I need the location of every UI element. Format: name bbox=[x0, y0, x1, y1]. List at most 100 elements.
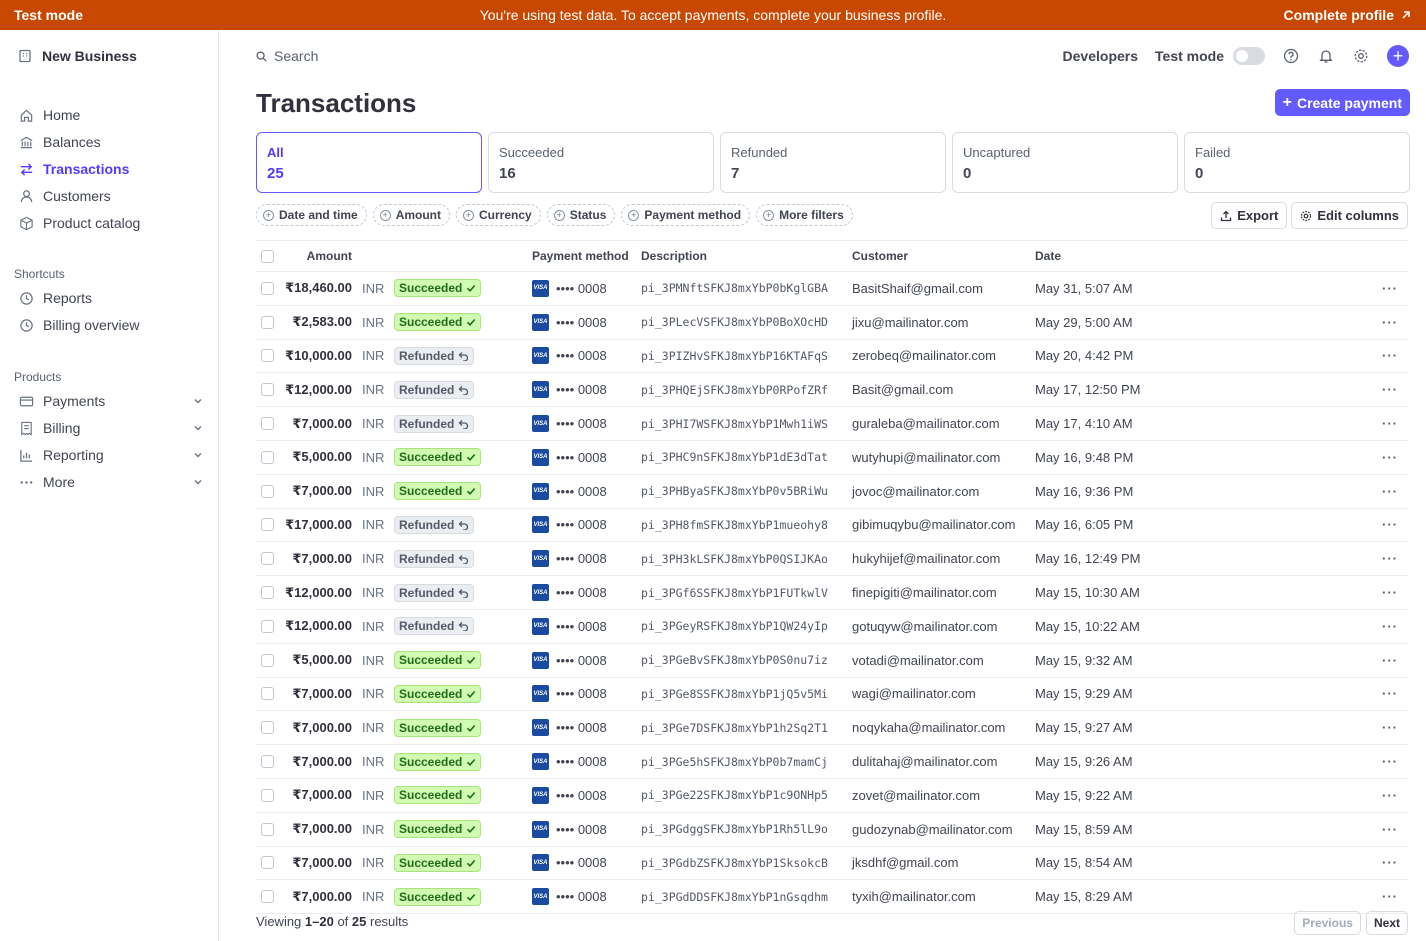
test-mode-banner: Test mode You're using test data. To acc… bbox=[0, 0, 1426, 30]
viewing-label: Viewing bbox=[256, 914, 305, 929]
row-actions-icon[interactable]: ··· bbox=[1382, 407, 1398, 440]
developers-link[interactable]: Developers bbox=[1063, 48, 1138, 64]
status-label: Succeeded bbox=[399, 450, 463, 465]
column-description[interactable]: Description bbox=[641, 241, 707, 271]
sidebar-item-more[interactable]: More bbox=[18, 470, 203, 494]
tab-failed[interactable]: Failed 0 bbox=[1184, 132, 1410, 193]
search-input[interactable]: Search bbox=[256, 48, 318, 64]
table-row[interactable]: ₹7,000.00 INR Succeeded VISA •••• 0008 pi_3PG… bbox=[256, 779, 1408, 813]
date: May 17, 4:10 AM bbox=[1035, 416, 1133, 432]
tab-uncaptured[interactable]: Uncaptured 0 bbox=[952, 132, 1178, 193]
row-actions-icon[interactable]: ··· bbox=[1382, 813, 1398, 846]
refund-arrow-icon bbox=[458, 554, 469, 564]
row-actions-icon[interactable]: ··· bbox=[1382, 678, 1398, 711]
table-row[interactable]: ₹7,000.00 INR Refunded VISA •••• 0008 pi_3PH3… bbox=[256, 542, 1408, 577]
row-actions-icon[interactable]: ··· bbox=[1382, 306, 1398, 339]
amount: ₹7,000.00 bbox=[292, 415, 352, 431]
column-date[interactable]: Date bbox=[1035, 241, 1061, 271]
table-row[interactable]: ₹7,000.00 INR Succeeded VISA •••• 0008 pi_3PG… bbox=[256, 880, 1408, 915]
table-row[interactable]: ₹7,000.00 INR Refunded VISA •••• 0008 pi_3PHI… bbox=[256, 407, 1408, 441]
business-switcher[interactable]: New Business bbox=[18, 48, 137, 64]
description: pi_3PGdbZSFKJ8mxYbP1SksokcB bbox=[641, 855, 828, 870]
sidebar-item-home[interactable]: Home bbox=[18, 103, 203, 127]
results-label: results bbox=[366, 914, 409, 929]
sidebar-item-billing[interactable]: Billing bbox=[18, 416, 203, 440]
row-actions-icon[interactable]: ··· bbox=[1382, 745, 1398, 778]
table-row[interactable]: ₹7,000.00 INR Succeeded VISA •••• 0008 pi_3PG… bbox=[256, 847, 1408, 881]
sidebar-item-label: Balances bbox=[43, 134, 101, 150]
tab-succeeded[interactable]: Succeeded 16 bbox=[488, 132, 714, 193]
table-row[interactable]: ₹7,000.00 INR Succeeded VISA •••• 0008 pi_3PH… bbox=[256, 475, 1408, 509]
status-label: Succeeded bbox=[399, 315, 463, 330]
filter-status[interactable]: + Status bbox=[546, 204, 616, 226]
column-customer[interactable]: Customer bbox=[852, 241, 908, 271]
column-amount[interactable]: Amount bbox=[256, 241, 352, 271]
row-actions-icon[interactable]: ··· bbox=[1382, 340, 1398, 373]
row-actions-icon[interactable]: ··· bbox=[1382, 475, 1398, 508]
filter-currency[interactable]: + Currency bbox=[456, 204, 541, 226]
export-button[interactable]: Export bbox=[1211, 202, 1288, 229]
date: May 15, 9:29 AM bbox=[1035, 686, 1133, 702]
table-row[interactable]: ₹10,000.00 INR Refunded VISA •••• 0008 pi_3PI… bbox=[256, 340, 1408, 374]
sidebar-item-balances[interactable]: Balances bbox=[18, 130, 203, 154]
row-actions-icon[interactable]: ··· bbox=[1382, 576, 1398, 609]
tab-refunded[interactable]: Refunded 7 bbox=[720, 132, 946, 193]
complete-profile-link[interactable]: Complete profile bbox=[1284, 7, 1412, 23]
row-actions-icon[interactable]: ··· bbox=[1382, 542, 1398, 575]
sidebar-item-transactions[interactable]: Transactions bbox=[18, 157, 203, 181]
sidebar-item-label: Billing overview bbox=[43, 317, 140, 333]
create-plus-icon[interactable]: + bbox=[1387, 45, 1409, 67]
table-row[interactable]: ₹7,000.00 INR Succeeded VISA •••• 0008 pi_3PG… bbox=[256, 813, 1408, 847]
filter-more-filters[interactable]: + More filters bbox=[756, 204, 853, 226]
row-actions-icon[interactable]: ··· bbox=[1382, 880, 1398, 913]
refund-arrow-icon bbox=[458, 520, 469, 530]
table-row[interactable]: ₹7,000.00 INR Succeeded VISA •••• 0008 pi_3PG… bbox=[256, 711, 1408, 746]
filter-payment-method[interactable]: + Payment method bbox=[621, 204, 751, 226]
table-row[interactable]: ₹2,583.00 INR Succeeded VISA •••• 0008 pi_3PL… bbox=[256, 306, 1408, 340]
settings-gear-icon[interactable] bbox=[1352, 47, 1370, 65]
row-actions-icon[interactable]: ··· bbox=[1382, 272, 1398, 305]
table-header: Amount Payment method Description Custom… bbox=[256, 240, 1408, 272]
row-actions-icon[interactable]: ··· bbox=[1382, 610, 1398, 643]
filter-amount[interactable]: + Amount bbox=[372, 204, 451, 226]
table-row[interactable]: ₹17,000.00 INR Refunded VISA •••• 0008 pi_3PH… bbox=[256, 509, 1408, 543]
row-actions-icon[interactable]: ··· bbox=[1382, 644, 1398, 677]
table-row[interactable]: ₹12,000.00 INR Refunded VISA •••• 0008 pi_3PG… bbox=[256, 576, 1408, 610]
next-button[interactable]: Next bbox=[1365, 911, 1408, 935]
sidebar-item-product-catalog[interactable]: Product catalog bbox=[18, 211, 203, 235]
column-payment-method[interactable]: Payment method bbox=[532, 241, 629, 271]
row-actions-icon[interactable]: ··· bbox=[1382, 847, 1398, 880]
row-actions-icon[interactable]: ··· bbox=[1382, 779, 1398, 812]
row-actions-icon[interactable]: ··· bbox=[1382, 373, 1398, 406]
previous-button[interactable]: Previous bbox=[1294, 911, 1361, 935]
row-actions-icon[interactable]: ··· bbox=[1382, 509, 1398, 542]
table-row[interactable]: ₹12,000.00 INR Refunded VISA •••• 0008 pi_3PH… bbox=[256, 373, 1408, 408]
visa-card-icon: VISA bbox=[532, 415, 549, 433]
table-row[interactable]: ₹7,000.00 INR Succeeded VISA •••• 0008 pi_3PG… bbox=[256, 678, 1408, 712]
table-row[interactable]: ₹7,000.00 INR Succeeded VISA •••• 0008 pi_3PG… bbox=[256, 745, 1408, 779]
status-label: Succeeded bbox=[399, 484, 463, 499]
create-payment-button[interactable]: + Create payment bbox=[1274, 89, 1410, 116]
test-mode-toggle[interactable] bbox=[1233, 47, 1265, 65]
edit-columns-button[interactable]: Edit columns bbox=[1291, 202, 1408, 229]
sidebar-item-reports[interactable]: Reports bbox=[18, 286, 203, 310]
status-label: Succeeded bbox=[399, 653, 463, 668]
sidebar-item-billing-overview[interactable]: Billing overview bbox=[18, 313, 203, 337]
sidebar-item-payments[interactable]: Payments bbox=[18, 389, 203, 413]
status-badge: Refunded bbox=[394, 380, 475, 399]
currency: INR bbox=[362, 551, 385, 567]
filter-date-and-time[interactable]: + Date and time bbox=[256, 204, 367, 226]
notifications-bell-icon[interactable] bbox=[1317, 47, 1335, 65]
table-row[interactable]: ₹5,000.00 INR Succeeded VISA •••• 0008 pi_3PG… bbox=[256, 644, 1408, 678]
row-actions-icon[interactable]: ··· bbox=[1382, 441, 1398, 474]
tab-all[interactable]: All 25 bbox=[256, 132, 482, 193]
table-row[interactable]: ₹5,000.00 INR Succeeded VISA •••• 0008 pi_3PH… bbox=[256, 441, 1408, 475]
product-catalog-icon bbox=[18, 215, 34, 231]
test-mode-switch[interactable]: Test mode bbox=[1155, 47, 1265, 65]
table-row[interactable]: ₹18,460.00 INR Succeeded VISA •••• 0008 pi_3P… bbox=[256, 272, 1408, 306]
sidebar-item-customers[interactable]: Customers bbox=[18, 184, 203, 208]
row-actions-icon[interactable]: ··· bbox=[1382, 711, 1398, 744]
table-row[interactable]: ₹12,000.00 INR Refunded VISA •••• 0008 pi_3PG… bbox=[256, 610, 1408, 644]
sidebar-item-reporting[interactable]: Reporting bbox=[18, 443, 203, 467]
help-icon[interactable] bbox=[1282, 47, 1300, 65]
